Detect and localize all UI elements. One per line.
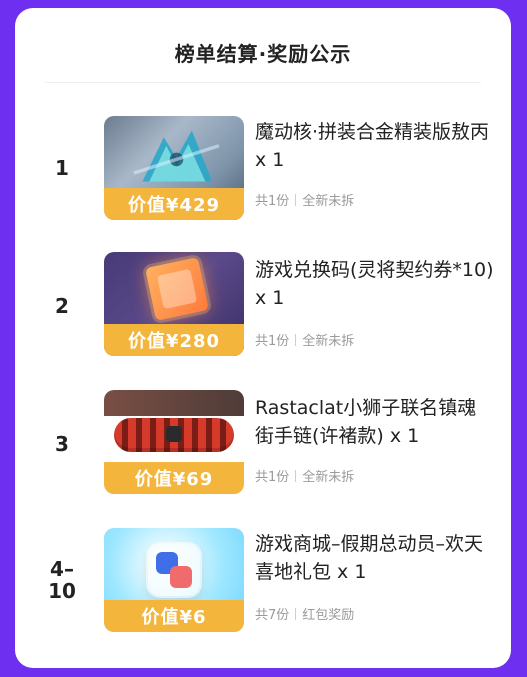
reward-thumbnail-1[interactable]: 价值¥429: [104, 116, 244, 220]
rank-3: 3: [55, 432, 69, 456]
reward-name-4: 游戏商城–假期总动员–欢天喜地礼包 x 1: [255, 533, 484, 583]
price-strip-3: 价值¥69: [104, 462, 244, 494]
reward-card: 榜单结算·奖励公示 1 价值¥429 魔动核·拼装合金精装版敖丙 x 1 共1份…: [15, 8, 511, 668]
figure-icon: [133, 130, 220, 182]
rank-2: 2: [55, 294, 69, 318]
reward-thumbnail-3[interactable]: 价值¥69: [104, 390, 244, 494]
page-title: 榜单结算·奖励公示: [174, 42, 352, 66]
reward-thumbnail-2[interactable]: 价值¥280: [104, 252, 244, 356]
reward-thumbnail-4[interactable]: 价值¥6: [104, 528, 244, 632]
header-divider: [45, 82, 481, 83]
voucher-icon: [144, 256, 210, 322]
rank-1: 1: [55, 156, 69, 180]
meta-separator: [295, 334, 297, 346]
reward-row-4[interactable]: 4– 10 价值¥6 游戏商城–假期总动员–欢天喜地礼包 x 1 共7份 红包奖励: [15, 524, 511, 634]
reward-meta-2: 共1份 全新未拆: [255, 330, 354, 349]
meta-count-2: 共1份: [255, 334, 290, 349]
price-strip-2: 价值¥280: [104, 324, 244, 356]
thumbnail-band: [104, 390, 244, 416]
meta-count-3: 共1份: [255, 470, 290, 485]
meta-separator: [295, 470, 297, 482]
meta-tag-1: 全新未拆: [302, 194, 355, 209]
reward-name-3: Rastaclat小狮子联名镇魂街手链(许褚款) x 1: [255, 397, 477, 447]
meta-separator: [295, 194, 297, 206]
price-strip-4: 价值¥6: [104, 600, 244, 632]
price-strip-1: 价值¥429: [104, 188, 244, 220]
reward-row-2[interactable]: 2 价值¥280 游戏兑换码(灵将契约券*10) x 1 共1份 全新未拆: [15, 252, 511, 362]
reward-meta-1: 共1份 全新未拆: [255, 190, 354, 209]
meta-tag-3: 全新未拆: [302, 470, 355, 485]
meta-separator: [295, 608, 297, 620]
reward-row-1[interactable]: 1 价值¥429 魔动核·拼装合金精装版敖丙 x 1 共1份 全新未拆: [15, 112, 511, 222]
bracelet-icon: [114, 418, 234, 452]
meta-count-1: 共1份: [255, 194, 290, 209]
reward-row-3[interactable]: 3 价值¥69 Rastaclat小狮子联名镇魂街手链(许褚款) x 1 共1份…: [15, 388, 511, 498]
meta-count-4: 共7份: [255, 608, 290, 623]
reward-name-1: 魔动核·拼装合金精装版敖丙 x 1: [255, 121, 490, 171]
rank-4-10: 4– 10: [48, 557, 76, 603]
reward-name-2: 游戏兑换码(灵将契约券*10) x 1: [255, 259, 494, 309]
meta-tag-4: 红包奖励: [302, 608, 355, 623]
reward-meta-3: 共1份 全新未拆: [255, 466, 354, 485]
meta-tag-2: 全新未拆: [302, 334, 355, 349]
gift-pack-icon: [148, 544, 200, 596]
reward-meta-4: 共7份 红包奖励: [255, 604, 354, 623]
